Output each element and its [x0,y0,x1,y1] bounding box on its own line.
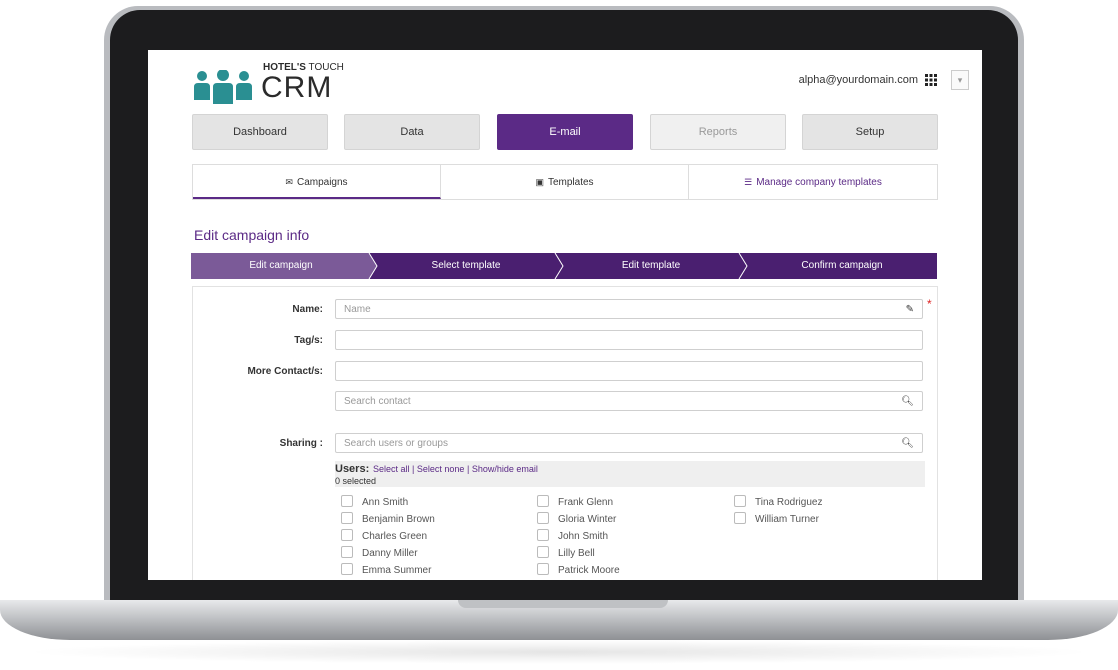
campaign-form: Name: Name ✎ * Tag/s: More Contact/s: Se… [192,286,938,580]
search-contact-placeholder: Search contact [344,396,411,407]
sharing-label: Sharing : [279,438,323,449]
step-edit-template[interactable]: Edit template [563,253,739,279]
laptop-base-notch [458,600,668,608]
checkbox[interactable] [537,529,549,541]
checkbox[interactable] [341,512,353,524]
logo-product: CRM [261,71,333,104]
user-name: Emma Summer [362,565,432,576]
user-checkbox-item[interactable]: Emma Summer [341,563,431,576]
account-email[interactable]: alpha@yourdomain.com [799,74,918,86]
envelope-icon: ✉ [285,177,293,187]
checkbox[interactable] [341,495,353,507]
user-name: Gloria Winter [558,514,617,525]
tab-campaigns[interactable]: ✉ Campaigns [193,165,441,199]
chevron-down-icon: ▾ [957,75,963,85]
user-checkbox-item[interactable]: Benjamin Brown [341,512,435,525]
step-edit-campaign[interactable]: Edit campaign [191,253,371,279]
nav-data-button[interactable]: Data [344,114,480,150]
search-users-placeholder: Search users or groups [344,438,448,449]
user-checkbox-item[interactable]: Gloria Winter [537,512,616,525]
checkbox[interactable] [734,512,746,524]
separator: | [412,464,415,474]
checkbox[interactable] [341,546,353,558]
users-title: Users: [335,463,370,475]
search-users-input[interactable]: Search users or groups 🔍︎ [335,433,923,453]
nav-email-button[interactable]: E-mail [497,114,633,150]
required-asterisk: * [927,297,932,311]
user-name: Benjamin Brown [362,514,435,525]
tab-manage-label: Manage company templates [756,177,882,188]
more-contacts-label: More Contact/s: [247,366,323,377]
checkbox[interactable] [537,546,549,558]
user-checkbox-item[interactable]: John Smith [537,529,608,542]
user-name: Danny Miller [362,548,418,559]
checkbox[interactable] [341,529,353,541]
step-confirm-campaign[interactable]: Confirm campaign [747,253,937,279]
search-icon[interactable]: 🔍︎ [901,392,914,412]
name-placeholder: Name [344,304,371,315]
email-subtabs: ✉ Campaigns ▣ Templates ☰ Manage company te… [192,164,938,200]
user-name: William Turner [755,514,819,525]
checkbox[interactable] [341,563,353,575]
user-checkbox-item[interactable]: Charles Green [341,529,427,542]
user-checkbox-item[interactable]: Danny Miller [341,546,418,559]
users-links: Select all | Select none | Show/hide ema… [373,464,538,474]
tab-templates-label: Templates [547,177,594,188]
app-screen: HOTEL'S TOUCH CRM alpha@yourdomain.com ▾… [148,50,982,580]
user-name: Patrick Moore [558,565,620,576]
more-contacts-input[interactable] [335,361,923,381]
user-checkbox-item[interactable]: Lilly Bell [537,546,595,559]
select-all-link[interactable]: Select all [373,464,410,474]
user-checkbox-item[interactable]: Patrick Moore [537,563,620,576]
step-select-template[interactable]: Select template [377,253,555,279]
user-checkbox-item[interactable]: Ann Smith [341,495,408,508]
separator: | [466,464,470,474]
image-icon: ▣ [535,177,544,187]
list-icon: ☰ [744,177,753,187]
show-hide-email-link[interactable]: Show/hide email [472,464,538,474]
name-label: Name: [292,304,323,315]
tab-templates[interactable]: ▣ Templates [441,165,689,199]
users-selected-count: 0 selected [335,476,377,486]
user-name: Ann Smith [362,497,409,508]
checkbox[interactable] [734,495,746,507]
search-contact-input[interactable]: Search contact 🔍︎ [335,391,923,411]
pencil-icon[interactable]: ✎ [906,300,914,320]
nav-dashboard-button[interactable]: Dashboard [192,114,328,150]
name-input[interactable]: Name ✎ [335,299,923,319]
main-nav: Dashboard Data E-mail Reports Setup [192,114,938,150]
select-none-link[interactable]: Select none [417,464,465,474]
checkbox[interactable] [537,563,549,575]
checkbox[interactable] [537,495,549,507]
tab-manage-company-templates[interactable]: ☰ Manage company templates [689,165,937,199]
user-name: Lilly Bell [558,548,595,559]
page-title: Edit campaign info [194,227,310,243]
user-name: Frank Glenn [558,497,614,508]
tags-input[interactable] [335,330,923,350]
nav-setup-button[interactable]: Setup [802,114,938,150]
users-header: Users: Select all | Select none | Show/h… [335,461,925,487]
user-name: John Smith [558,531,609,542]
laptop-shadow [20,640,1098,664]
checkbox[interactable] [537,512,549,524]
tags-label: Tag/s: [294,335,323,346]
account-dropdown-button[interactable]: ▾ [951,70,969,90]
nav-reports-button[interactable]: Reports [650,114,786,150]
user-checkbox-item[interactable]: Frank Glenn [537,495,613,508]
apps-grid-icon[interactable] [925,74,937,86]
user-name: Charles Green [362,531,428,542]
people-logo-icon [194,70,252,104]
wizard-steps: Edit campaign Select template Edit templ… [191,253,937,279]
user-checkbox-item[interactable]: Tina Rodriguez [734,495,822,508]
user-name: Tina Rodriguez [755,497,823,508]
search-icon[interactable]: 🔍︎ [901,434,914,454]
tab-campaigns-label: Campaigns [296,177,348,188]
user-checkbox-item[interactable]: William Turner [734,512,819,525]
